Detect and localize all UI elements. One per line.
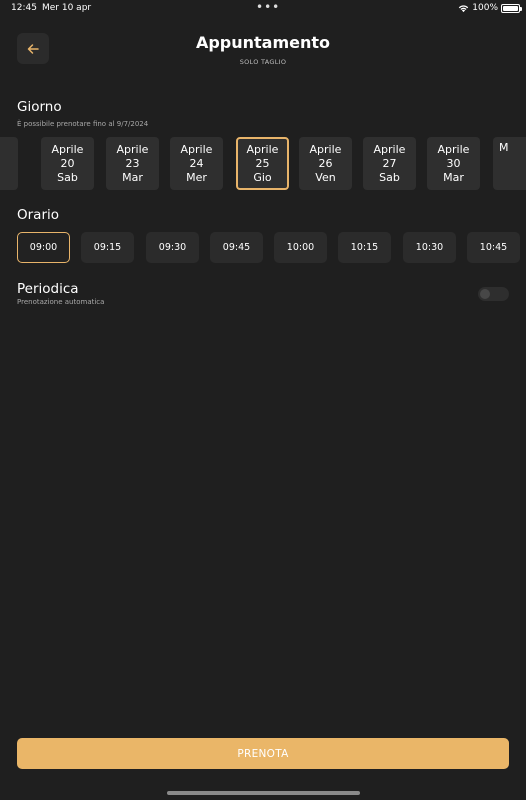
time-slot[interactable]: 09:00: [17, 232, 70, 263]
toggle-knob: [480, 289, 490, 299]
day-card[interactable]: Aprile 24 Mer: [170, 137, 223, 190]
status-time: 12:45: [11, 3, 37, 13]
wifi-icon: [459, 4, 469, 12]
time-slot[interactable]: 10:00: [274, 232, 327, 263]
day-card[interactable]: Aprile 25 Gio: [236, 137, 289, 190]
day-selector: Aprile 20 Sab Aprile 23 Mar Aprile 24 Mer Aprile 2…: [0, 137, 526, 191]
day-card-day: 30: [446, 156, 461, 170]
day-card-weekday: Gio: [253, 170, 272, 184]
day-card-day: 23: [125, 156, 140, 170]
day-card[interactable]: M: [493, 137, 526, 190]
time-slot[interactable]: 09:15: [81, 232, 134, 263]
time-selector: 09:00 09:15 09:30 09:45 10:00 10:15 10:30 10:45: [0, 232, 526, 264]
service-subtitle: SOLO TAGLIO: [239, 58, 287, 66]
time-slot[interactable]: 09:45: [210, 232, 263, 263]
home-indicator[interactable]: [167, 791, 360, 795]
time-slot[interactable]: 10:15: [338, 232, 391, 263]
day-card[interactable]: Aprile 30 Mar: [427, 137, 480, 190]
day-card-month: Aprile: [180, 142, 213, 156]
day-card[interactable]: Aprile 20 Sab: [41, 137, 94, 190]
day-card-month: Aprile: [437, 142, 470, 156]
day-section-title: Giorno: [17, 99, 62, 115]
status-indicators: 100%: [458, 3, 522, 13]
day-card-weekday: Sab: [57, 170, 78, 184]
booking-limit-note: È possibile prenotare fino al 9/7/2024: [17, 120, 149, 128]
day-card-day: 27: [382, 156, 397, 170]
day-card-weekday: Sab: [379, 170, 400, 184]
day-card[interactable]: Aprile 23 Mar: [106, 137, 159, 190]
battery-icon: [501, 3, 522, 13]
day-card-weekday: Mar: [443, 170, 464, 184]
time-slot[interactable]: 10:45: [467, 232, 520, 263]
day-card-weekday: Ven: [315, 170, 336, 184]
day-card[interactable]: Aprile 26 Ven: [299, 137, 352, 190]
day-card-weekday: Mar: [122, 170, 143, 184]
multitasking-dots-icon[interactable]: •••: [256, 0, 280, 14]
day-card-month: M: [499, 141, 509, 154]
status-bar: 12:45 Mer 10 apr ••• 100%: [0, 0, 526, 18]
day-card-day: 20: [60, 156, 75, 170]
day-card-month: Aprile: [373, 142, 406, 156]
day-card-weekday: Mer: [186, 170, 207, 184]
status-date: Mer 10 apr: [42, 3, 92, 13]
page-title: Appuntamento: [195, 33, 331, 52]
book-button[interactable]: PRENOTA: [17, 738, 509, 769]
battery-percentage: 100%: [472, 3, 498, 13]
day-card-month: Aprile: [309, 142, 342, 156]
day-card-day: 24: [189, 156, 204, 170]
recurring-subtitle: Prenotazione automatica: [17, 298, 105, 306]
day-card-month: Aprile: [51, 142, 84, 156]
time-slot[interactable]: 09:30: [146, 232, 199, 263]
recurring-toggle[interactable]: [478, 287, 509, 301]
time-section-title: Orario: [17, 207, 60, 223]
time-slot[interactable]: 10:30: [403, 232, 456, 263]
day-card-month: Aprile: [246, 142, 279, 156]
day-card-day: 26: [318, 156, 333, 170]
recurring-title: Periodica: [17, 281, 79, 297]
day-card[interactable]: [0, 137, 18, 190]
day-card-day: 25: [255, 156, 270, 170]
day-card-month: Aprile: [116, 142, 149, 156]
day-card[interactable]: Aprile 27 Sab: [363, 137, 416, 190]
